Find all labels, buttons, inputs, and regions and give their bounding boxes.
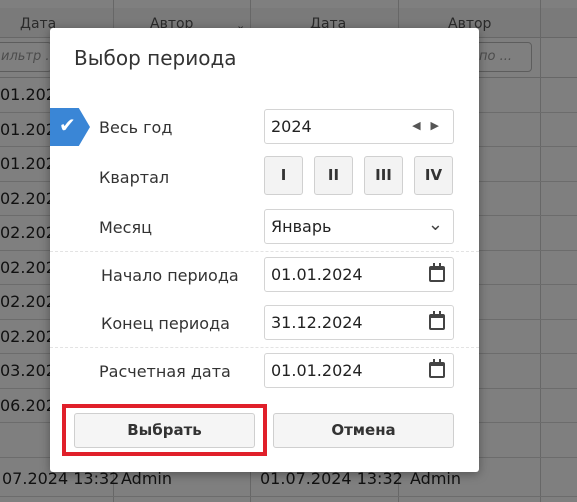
dialog-title: Выбор периода: [74, 46, 237, 70]
checkmark-icon: ✔: [59, 113, 76, 137]
calc-date-field[interactable]: 01.01.2024: [264, 353, 454, 388]
arrow-right-icon[interactable]: ▶: [431, 119, 449, 132]
whole-year-toggle[interactable]: ✔: [50, 108, 90, 146]
end-date-label: Конец периода: [101, 314, 230, 333]
start-date-label: Начало периода: [101, 266, 239, 285]
year-spinner[interactable]: 2024 ◀▶: [264, 109, 454, 144]
quarter-button-2[interactable]: II: [314, 156, 353, 195]
calendar-icon[interactable]: [429, 359, 445, 378]
divider: [50, 251, 479, 252]
highlight-frame: [62, 404, 267, 456]
month-select[interactable]: Январь ⌄: [264, 209, 454, 244]
whole-year-label: Весь год: [99, 118, 173, 137]
calc-date-label: Расчетная дата: [99, 362, 231, 381]
quarter-button-1[interactable]: I: [264, 156, 303, 195]
calendar-icon[interactable]: [429, 263, 445, 282]
divider: [50, 347, 479, 348]
arrow-left-icon[interactable]: ◀: [412, 119, 430, 132]
quarter-button-4[interactable]: IV: [414, 156, 453, 195]
quarter-label: Квартал: [99, 168, 170, 187]
end-date-field[interactable]: 31.12.2024: [264, 305, 454, 340]
calc-date-value: 01.01.2024: [271, 361, 363, 380]
quarter-button-3[interactable]: III: [364, 156, 403, 195]
cancel-button[interactable]: Отмена: [273, 413, 454, 448]
start-date-value: 01.01.2024: [271, 265, 363, 284]
end-date-value: 31.12.2024: [271, 313, 363, 332]
calendar-icon[interactable]: [429, 311, 445, 330]
start-date-field[interactable]: 01.01.2024: [264, 257, 454, 292]
year-value: 2024: [271, 117, 312, 136]
month-label: Месяц: [99, 218, 152, 237]
chevron-down-icon[interactable]: ⌄: [428, 214, 443, 235]
month-value: Январь: [271, 217, 332, 236]
